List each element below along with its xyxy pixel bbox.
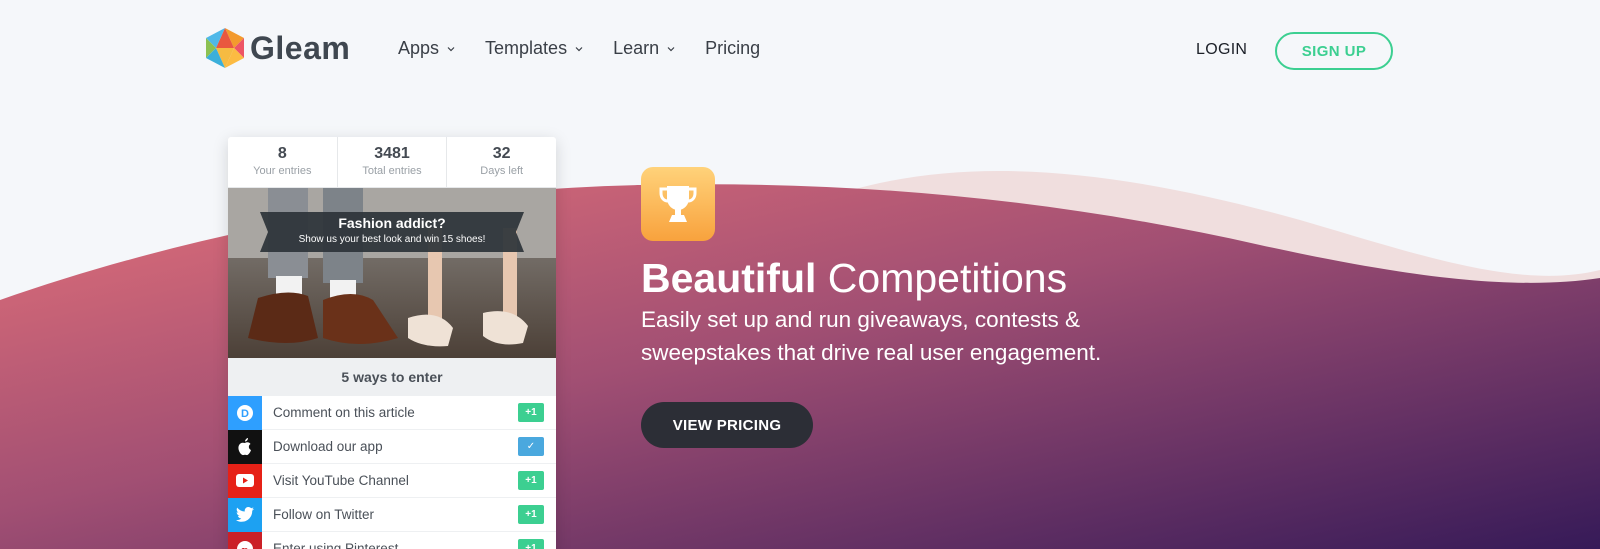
menu-item-label: Apps bbox=[398, 38, 440, 58]
menu-item-label: Learn bbox=[613, 38, 660, 58]
gleam-logo[interactable]: Gleam bbox=[206, 28, 350, 68]
stat-label: Days left bbox=[480, 165, 524, 177]
stat-value: 8 bbox=[277, 145, 287, 162]
menu-item-templates[interactable]: Templates bbox=[485, 38, 583, 59]
entry-points-badge: +1 bbox=[518, 403, 544, 422]
entry-row-download-app[interactable]: Download our app ✓ bbox=[228, 429, 556, 464]
entry-row-twitter[interactable]: Follow on Twitter +1 bbox=[228, 497, 556, 532]
entry-points-badge: +1 bbox=[518, 505, 544, 524]
menu-item-apps[interactable]: Apps bbox=[398, 38, 455, 59]
stat-total-entries: 3481 Total entries bbox=[338, 137, 448, 187]
logo-text: Gleam bbox=[250, 29, 351, 66]
svg-text:p: p bbox=[242, 542, 249, 549]
menu-item-label: Pricing bbox=[705, 38, 761, 58]
headline-bold: Beautiful bbox=[641, 255, 817, 301]
entry-label: Visit YouTube Channel bbox=[273, 473, 409, 488]
entry-row-comment[interactable]: D Comment on this article +1 bbox=[228, 395, 556, 430]
gleam-logo-icon bbox=[206, 28, 244, 68]
competition-widget: 8 Your entries 3481 Total entries 32 Day… bbox=[228, 137, 556, 549]
signup-button[interactable]: SIGN UP bbox=[1275, 32, 1393, 70]
top-navigation: Gleam Apps Templates Learn Pricing LOGIN… bbox=[0, 0, 1600, 100]
entry-label: Enter using Pinterest bbox=[273, 541, 399, 549]
entry-points-badge: +1 bbox=[518, 539, 544, 549]
chevron-down-icon bbox=[575, 46, 583, 51]
pinterest-icon: p bbox=[228, 531, 262, 549]
hero-subtitle: Easily set up and run giveaways, contest… bbox=[641, 307, 1102, 365]
entry-points-badge: +1 bbox=[518, 471, 544, 490]
banner-title: Fashion addict? bbox=[338, 215, 446, 231]
stat-days-left: 32 Days left bbox=[447, 137, 556, 187]
entry-label: Follow on Twitter bbox=[273, 507, 375, 522]
stat-your-entries: 8 Your entries bbox=[228, 137, 338, 187]
main-menu: Apps Templates Learn Pricing bbox=[398, 38, 760, 59]
stat-value: 32 bbox=[492, 145, 511, 162]
trophy-icon bbox=[659, 186, 697, 222]
contest-photo: Fashion addict? Show us your best look a… bbox=[228, 188, 556, 358]
menu-item-learn[interactable]: Learn bbox=[613, 38, 675, 59]
entry-label: Download our app bbox=[273, 439, 383, 454]
entry-completed-badge: ✓ bbox=[518, 437, 544, 456]
headline-rest: Competitions bbox=[816, 255, 1068, 301]
stat-value: 3481 bbox=[374, 145, 410, 162]
menu-item-pricing[interactable]: Pricing bbox=[705, 38, 760, 59]
stat-label: Total entries bbox=[362, 165, 422, 177]
entry-label: Comment on this article bbox=[273, 405, 415, 420]
entry-row-youtube[interactable]: Visit YouTube Channel +1 bbox=[228, 463, 556, 498]
login-link[interactable]: LOGIN bbox=[1196, 41, 1247, 59]
youtube-icon bbox=[228, 463, 262, 498]
trophy-app-icon bbox=[641, 167, 715, 241]
chevron-down-icon bbox=[447, 46, 455, 51]
disqus-icon: D bbox=[228, 395, 262, 430]
entry-row-pinterest[interactable]: p Enter using Pinterest +1 bbox=[228, 531, 556, 549]
contest-banner: Fashion addict? Show us your best look a… bbox=[260, 210, 524, 254]
hero-headline: Beautiful Competitions bbox=[641, 255, 1067, 302]
apple-icon bbox=[228, 429, 262, 464]
view-pricing-button[interactable]: VIEW PRICING bbox=[641, 402, 813, 448]
ways-to-enter-heading: 5 ways to enter bbox=[228, 358, 556, 396]
svg-text:D: D bbox=[241, 408, 249, 420]
widget-stats: 8 Your entries 3481 Total entries 32 Day… bbox=[228, 137, 556, 188]
menu-item-label: Templates bbox=[485, 38, 568, 58]
twitter-icon bbox=[228, 497, 262, 532]
banner-subtitle: Show us your best look and win 15 shoes! bbox=[298, 234, 486, 245]
chevron-down-icon bbox=[667, 46, 675, 51]
stat-label: Your entries bbox=[253, 165, 312, 177]
